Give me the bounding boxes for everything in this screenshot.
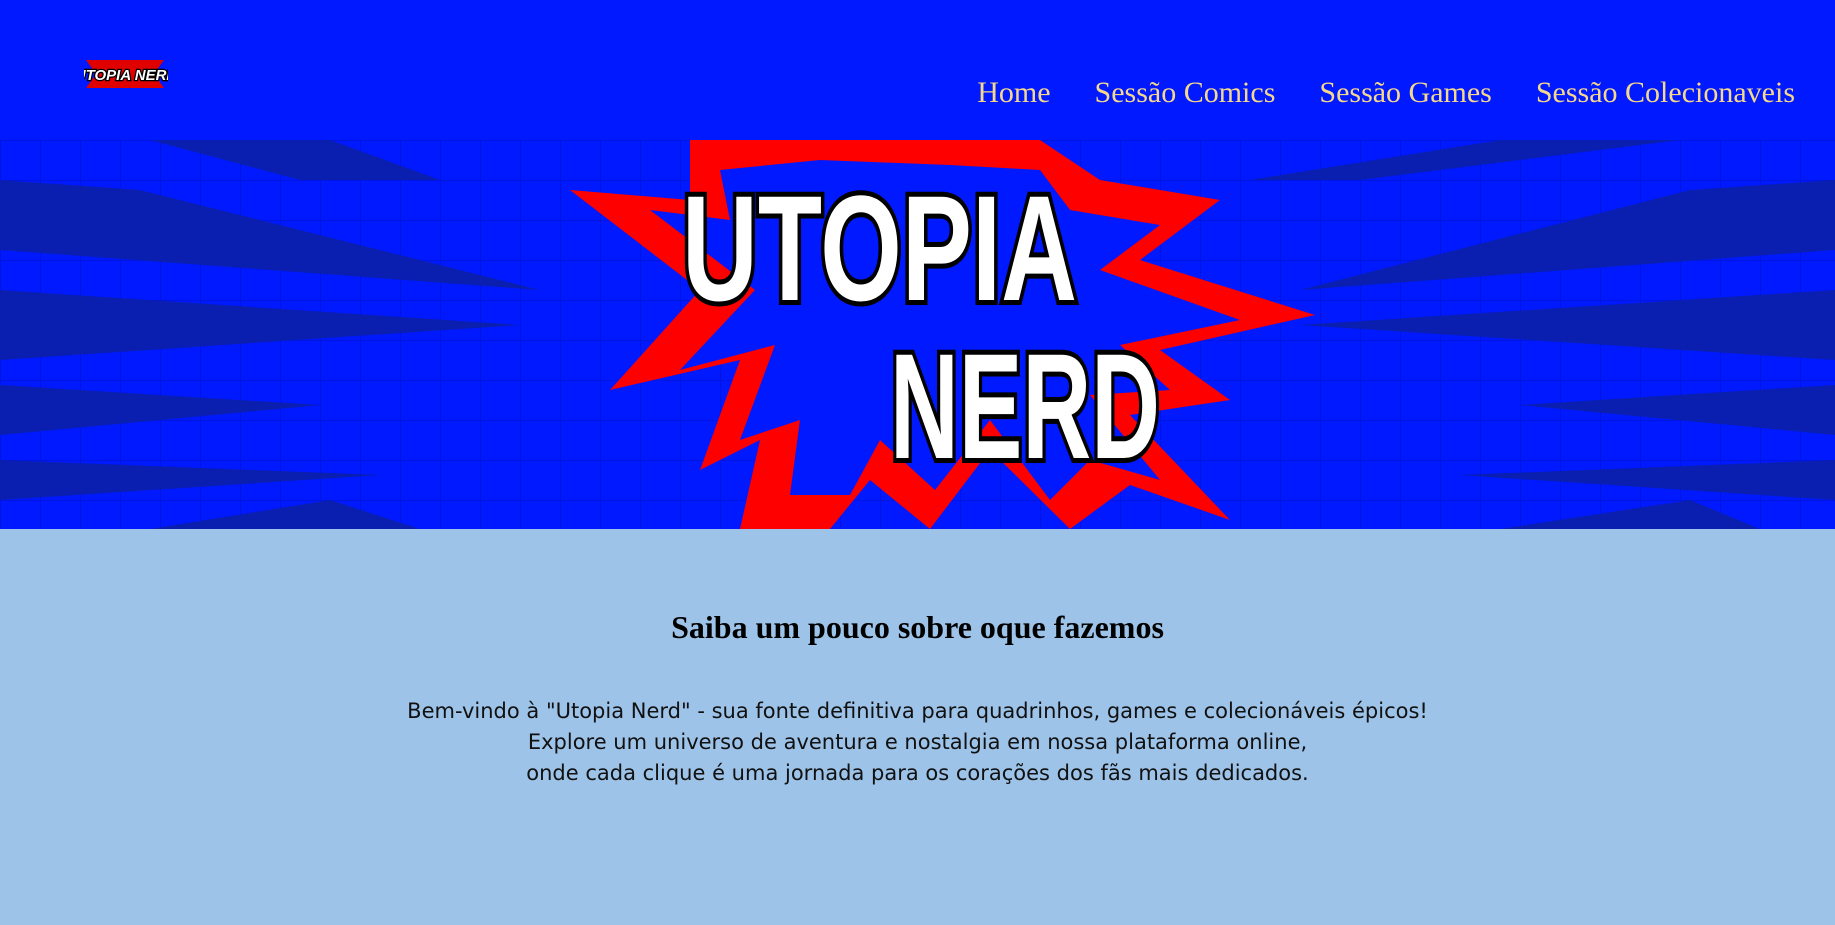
site-logo[interactable]: UTOPIA NERD [84, 52, 168, 96]
nav-games-link[interactable]: Sessão Games [1319, 78, 1491, 108]
logo-badge-icon: UTOPIA NERD [84, 60, 168, 88]
logo-text: UTOPIA NERD [84, 67, 168, 84]
hero-banner: UTOPIA NERD [0, 140, 1835, 529]
about-title: Saiba um pouco sobre oque fazemos [671, 609, 1164, 645]
banner-title-line2: NERD [890, 322, 1160, 490]
banner-title-line1: UTOPIA [682, 164, 1077, 332]
site-header: UTOPIA NERD Home Sessão Comics Sessão Ga… [0, 0, 1835, 140]
hero-banner-art: UTOPIA NERD [0, 140, 1835, 529]
nav-collectibles-link[interactable]: Sessão Colecionaveis [1536, 78, 1795, 108]
about-line-2: Explore um universo de aventura e nostal… [527, 730, 1308, 754]
about-description: Bem-vindo à "Utopia Nerd" - sua fonte de… [0, 696, 1835, 789]
nav-comics-link[interactable]: Sessão Comics [1095, 78, 1276, 108]
about-line-1: Bem-vindo à "Utopia Nerd" - sua fonte de… [407, 699, 1428, 723]
nav-home-link[interactable]: Home [977, 78, 1050, 108]
main-nav: Home Sessão Comics Sessão Games Sessão C… [977, 78, 1795, 108]
about-section: Saiba um pouco sobre oque fazemos Bem-vi… [0, 529, 1835, 925]
about-line-3: onde cada clique é uma jornada para os c… [526, 761, 1309, 785]
